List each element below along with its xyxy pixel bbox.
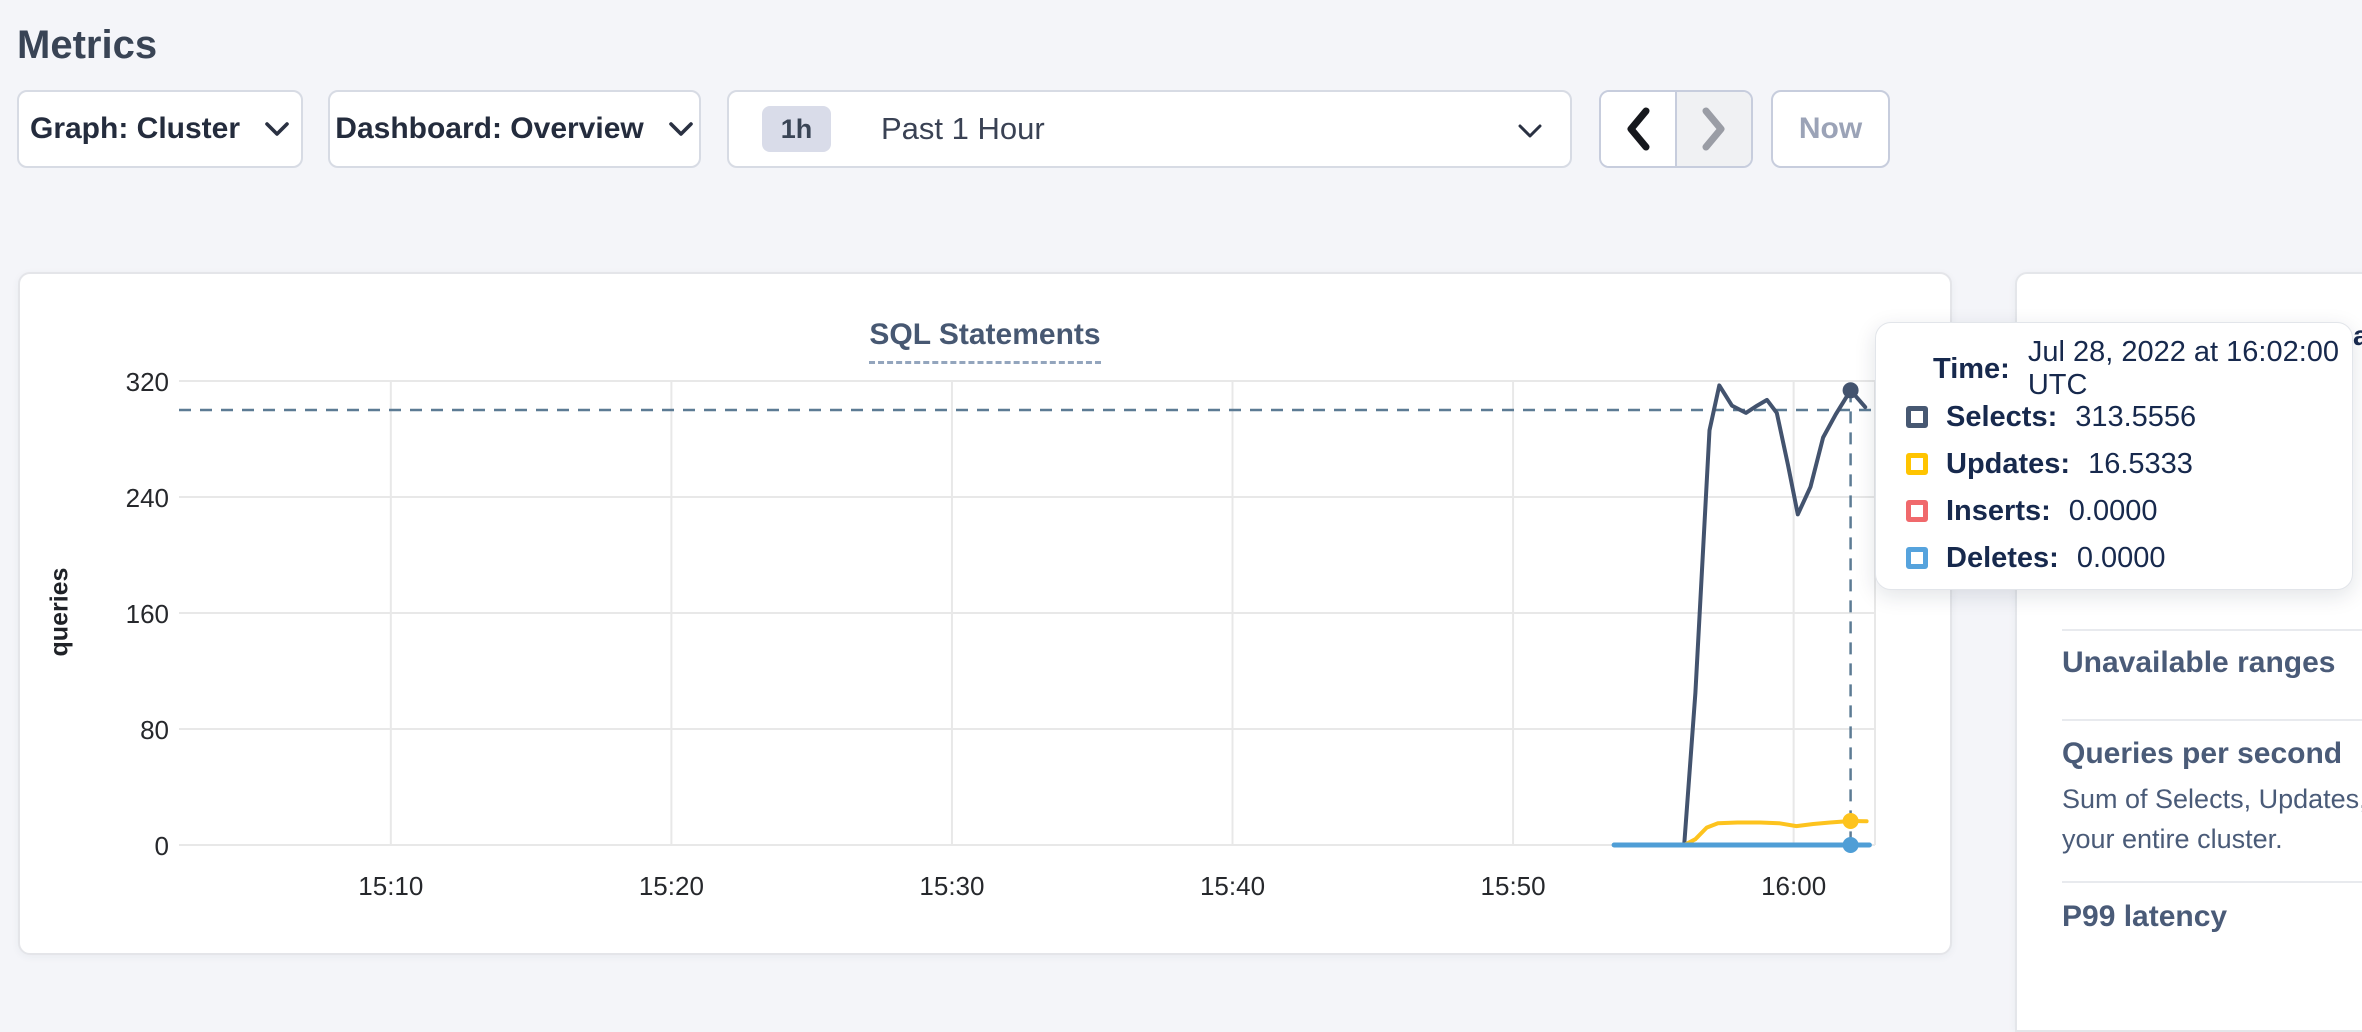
- tooltip-row-value: 0.0000: [2069, 495, 2158, 528]
- tooltip-time-value: Jul 28, 2022 at 16:02:00 UTC: [2028, 336, 2352, 402]
- selects-legend-swatch: [1906, 406, 1928, 428]
- svg-text:320: 320: [126, 367, 169, 397]
- description-line: Sum of Selects, Updates, Inserts, and De…: [2062, 784, 2362, 814]
- tooltip-time-label: Time:: [1933, 353, 2010, 386]
- svg-text:15:30: 15:30: [919, 871, 984, 901]
- svg-text:0: 0: [155, 831, 169, 861]
- tooltip-row-label: Inserts:: [1946, 495, 2051, 528]
- svg-text:15:10: 15:10: [358, 871, 423, 901]
- tooltip-row-value: 313.5556: [2075, 401, 2196, 434]
- now-button[interactable]: Now: [1771, 90, 1890, 168]
- sql-statements-chart-card: SQL Statements queries 08016024032015:10…: [18, 272, 1952, 955]
- graph-scope-dropdown-label: Graph: Cluster: [30, 112, 240, 146]
- time-range-label: Past 1 Hour: [881, 111, 1045, 147]
- chart-plot-area[interactable]: 0 80 160 240 320 15:10 15:20 15:30 15:40 15:50 16:…: [20, 274, 1950, 953]
- time-range-selector[interactable]: 1h Past 1 Hour: [727, 90, 1572, 168]
- sidebar-description-queries-per-second: Sum of Selects, Updates, Inserts, and De…: [2062, 779, 2362, 859]
- chart-tooltip: Time: Jul 28, 2022 at 16:02:00 UTC Selec…: [1875, 322, 2353, 590]
- tooltip-row-value: 16.5333: [2088, 448, 2193, 481]
- page-title: Metrics: [17, 23, 157, 68]
- tooltip-row-value: 0.0000: [2077, 542, 2166, 575]
- sidebar-heading-queries-per-second: Queries per second: [2062, 737, 2342, 771]
- time-nav-group: [1599, 90, 1753, 168]
- svg-text:15:50: 15:50: [1481, 871, 1546, 901]
- divider: [2062, 719, 2362, 721]
- svg-text:15:20: 15:20: [639, 871, 704, 901]
- tooltip-deletes-row: Deletes: 0.0000: [1906, 540, 2166, 576]
- dashboard-dropdown[interactable]: Dashboard: Overview: [328, 90, 701, 168]
- chevron-down-icon: [668, 121, 694, 138]
- chevron-down-icon: [1518, 124, 1542, 139]
- dashboard-dropdown-label: Dashboard: Overview: [335, 112, 643, 146]
- updates-legend-swatch: [1906, 453, 1928, 475]
- svg-text:240: 240: [126, 483, 169, 513]
- sidebar-heading-p99-latency: P99 latency: [2062, 900, 2227, 934]
- tooltip-updates-row: Updates: 16.5333: [1906, 446, 2193, 482]
- description-line: your entire cluster.: [2062, 824, 2283, 854]
- svg-text:80: 80: [140, 715, 169, 745]
- svg-text:15:40: 15:40: [1200, 871, 1265, 901]
- deletes-legend-swatch: [1906, 547, 1928, 569]
- time-range-badge: 1h: [762, 106, 831, 152]
- chevron-right-icon: [1698, 106, 1730, 152]
- inserts-legend-swatch: [1906, 500, 1928, 522]
- tooltip-row-label: Selects:: [1946, 401, 2057, 434]
- tooltip-inserts-row: Inserts: 0.0000: [1906, 493, 2157, 529]
- chevron-left-icon: [1622, 106, 1654, 152]
- svg-text:160: 160: [126, 599, 169, 629]
- divider: [2062, 629, 2362, 631]
- tooltip-row-label: Deletes:: [1946, 542, 2059, 575]
- chevron-down-icon: [264, 121, 290, 138]
- tooltip-time-row: Time: Jul 28, 2022 at 16:02:00 UTC: [1933, 351, 2352, 387]
- next-time-button[interactable]: [1675, 92, 1751, 166]
- prev-time-button[interactable]: [1601, 92, 1675, 166]
- tooltip-row-label: Updates:: [1946, 448, 2070, 481]
- divider: [2062, 881, 2362, 883]
- svg-text:16:00: 16:00: [1761, 871, 1826, 901]
- sidebar-heading-unavailable-ranges: Unavailable ranges: [2062, 646, 2335, 680]
- graph-scope-dropdown[interactable]: Graph: Cluster: [17, 90, 303, 168]
- tooltip-selects-row: Selects: 313.5556: [1906, 399, 2196, 435]
- clipped-text-fragment: a: [2353, 320, 2362, 346]
